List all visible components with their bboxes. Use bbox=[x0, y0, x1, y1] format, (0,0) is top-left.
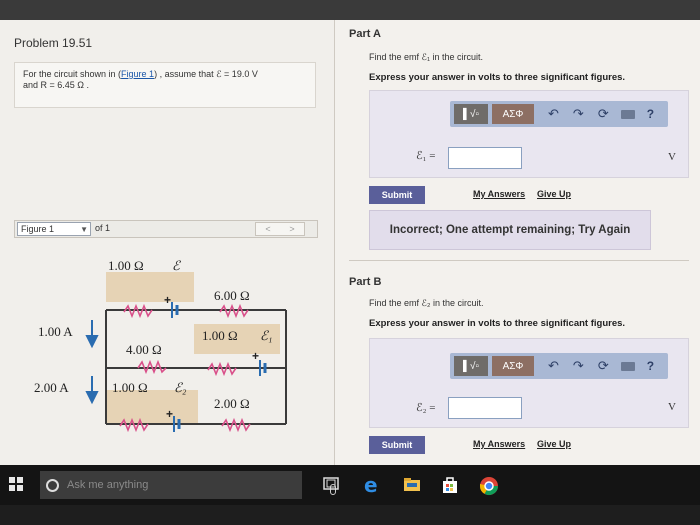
part-b-give-up-link[interactable]: Give Up bbox=[537, 439, 571, 449]
problem-title: Problem 19.51 bbox=[14, 36, 93, 50]
redo-icon[interactable]: ↷ bbox=[573, 358, 584, 374]
svg-text:e: e bbox=[364, 475, 378, 495]
task-view-icon[interactable] bbox=[322, 475, 342, 493]
next-figure-button[interactable]: > bbox=[289, 224, 294, 234]
label-r-top: 1.00 Ω bbox=[108, 258, 144, 273]
store-icon[interactable] bbox=[440, 475, 460, 495]
part-a-give-up-link[interactable]: Give Up bbox=[537, 189, 571, 199]
label-emf-1: ℰ₁ bbox=[260, 328, 272, 343]
edge-browser-icon[interactable]: e bbox=[362, 475, 382, 495]
help-icon[interactable]: ? bbox=[647, 359, 654, 373]
windows-taskbar: Ask me anything e bbox=[0, 465, 700, 505]
cortana-icon bbox=[46, 478, 59, 492]
label-emf-2: ℰ₂ bbox=[174, 380, 187, 395]
label-current-2: 2.00 A bbox=[34, 380, 69, 395]
figure-select[interactable]: Figure 1 ▼ bbox=[17, 222, 91, 236]
part-a-eq-label: ℰ₁ = bbox=[416, 150, 436, 162]
part-a-answer-area: ▌√▫ AΣΦ ↶ ↷ ⟳ ? ℰ₁ = V bbox=[369, 90, 689, 178]
label-current-1: 1.00 A bbox=[38, 324, 73, 339]
svg-text:+: + bbox=[164, 293, 171, 307]
figure-nav: < > bbox=[255, 222, 305, 236]
reset-icon[interactable]: ⟳ bbox=[598, 106, 609, 122]
part-a-math-toolbar: ▌√▫ AΣΦ ↶ ↷ ⟳ ? bbox=[450, 101, 668, 127]
monitor-bezel-top bbox=[0, 0, 700, 20]
part-a-answer-input[interactable] bbox=[448, 147, 522, 169]
undo-icon[interactable]: ↶ bbox=[548, 358, 559, 374]
problem-statement: For the circuit shown in (Figure 1) , as… bbox=[14, 62, 316, 108]
part-a-submit-button[interactable]: Submit bbox=[369, 186, 425, 204]
part-b-answer-area: ▌√▫ AΣΦ ↶ ↷ ⟳ ? ℰ₂ = V bbox=[369, 338, 689, 428]
windows-start-icon[interactable] bbox=[9, 477, 23, 491]
file-explorer-icon[interactable] bbox=[402, 475, 422, 493]
problem-text-after: ) , assume that ℰ = 19.0 V bbox=[154, 69, 258, 79]
current-arrows bbox=[85, 320, 99, 405]
shaded-region-bottom bbox=[106, 390, 198, 424]
part-a-feedback: Incorrect; One attempt remaining; Try Ag… bbox=[369, 210, 651, 250]
svg-text:+: + bbox=[166, 407, 173, 421]
part-a-question: Find the emf ℰ₁ in the circuit. bbox=[369, 52, 484, 62]
part-b-answer-input[interactable] bbox=[448, 397, 522, 419]
label-r-4: 4.00 Ω bbox=[126, 342, 162, 357]
keyboard-icon[interactable] bbox=[620, 109, 635, 119]
part-divider bbox=[349, 260, 689, 261]
chrome-icon[interactable] bbox=[478, 475, 500, 497]
taskbar-search[interactable]: Ask me anything bbox=[40, 471, 336, 499]
part-a-instruction: Express your answer in volts to three si… bbox=[369, 72, 626, 83]
undo-icon[interactable]: ↶ bbox=[548, 106, 559, 122]
greek-symbols-button[interactable]: AΣΦ bbox=[492, 104, 534, 124]
answer-panel: Part A Find the emf ℰ₁ in the circuit. E… bbox=[335, 20, 700, 465]
keyboard-icon[interactable] bbox=[620, 361, 635, 371]
label-r-6: 6.00 Ω bbox=[214, 288, 250, 303]
problem-panel: Problem 19.51 For the circuit shown in (… bbox=[0, 20, 335, 465]
part-b-question: Find the emf ℰ₂ in the circuit. bbox=[369, 298, 484, 308]
label-emf-top: ℰ bbox=[172, 258, 181, 273]
problem-text-line2: and R = 6.45 Ω . bbox=[23, 80, 90, 90]
label-r-bottom: 1.00 Ω bbox=[112, 380, 148, 395]
part-b-unit: V bbox=[668, 401, 676, 413]
part-a-unit: V bbox=[668, 151, 676, 163]
prev-figure-button[interactable]: < bbox=[265, 224, 270, 234]
figure-count: of 1 bbox=[95, 223, 111, 233]
figure-link[interactable]: Figure 1 bbox=[121, 69, 154, 79]
label-r-mid: 1.00 Ω bbox=[202, 328, 238, 343]
part-b-instruction: Express your answer in volts to three si… bbox=[369, 318, 626, 329]
reset-icon[interactable]: ⟳ bbox=[598, 358, 609, 374]
problem-text-before: For the circuit shown in ( bbox=[23, 69, 122, 79]
part-b-math-toolbar: ▌√▫ AΣΦ ↶ ↷ ⟳ ? bbox=[450, 353, 668, 379]
taskbar-search-placeholder: Ask me anything bbox=[67, 479, 149, 491]
browser-content: Problem 19.51 For the circuit shown in (… bbox=[0, 20, 700, 465]
figure-toolbar: Figure 1 ▼ of 1 < > bbox=[14, 220, 318, 238]
part-a-title: Part A bbox=[349, 28, 381, 40]
part-b-eq-label: ℰ₂ = bbox=[416, 402, 436, 414]
shaded-region-top bbox=[106, 272, 194, 302]
part-b-my-answers-link[interactable]: My Answers bbox=[473, 439, 525, 449]
svg-text:+: + bbox=[252, 349, 259, 363]
help-icon[interactable]: ? bbox=[647, 107, 654, 121]
templates-button[interactable]: ▌√▫ bbox=[454, 104, 488, 124]
greek-symbols-button[interactable]: AΣΦ bbox=[492, 356, 534, 376]
redo-icon[interactable]: ↷ bbox=[573, 106, 584, 122]
figure-select-value: Figure 1 bbox=[21, 224, 55, 234]
chevron-down-icon: ▼ bbox=[80, 225, 88, 234]
part-a-my-answers-link[interactable]: My Answers bbox=[473, 189, 525, 199]
label-r-2: 2.00 Ω bbox=[214, 396, 250, 411]
templates-button[interactable]: ▌√▫ bbox=[454, 356, 488, 376]
part-b-submit-button[interactable]: Submit bbox=[369, 436, 425, 454]
part-b-title: Part B bbox=[349, 276, 382, 288]
monitor-bezel-bottom bbox=[0, 505, 700, 525]
circuit-diagram: + + + 1.00 Ω ℰ 6.00 Ω 1.00 A 4.00 Ω 1.00… bbox=[34, 258, 287, 432]
